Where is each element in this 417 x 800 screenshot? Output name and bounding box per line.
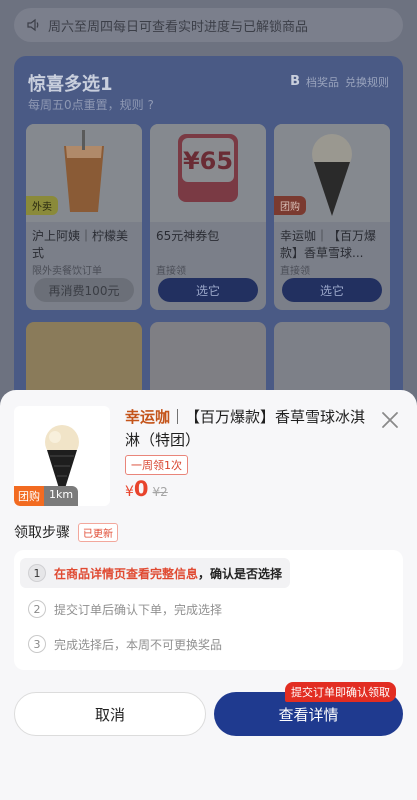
step-text: 完成选择后，本周不可更换奖品 <box>54 637 223 652</box>
card-button[interactable]: 选它 <box>158 278 258 302</box>
step-number: 1 <box>28 564 46 582</box>
card-tag: 团购 <box>274 196 306 215</box>
close-icon[interactable] <box>378 408 402 432</box>
step-highlight: 在商品详情页查看完整信息 <box>54 566 199 581</box>
step-text: 提交订单后确认下单，完成选择 <box>54 602 223 617</box>
panel-title: 惊喜多选1 <box>28 74 113 95</box>
step-text: ，确认是否选择 <box>198 566 283 581</box>
price-value: 0 <box>133 477 149 501</box>
cancel-button[interactable]: 取消 <box>14 692 206 736</box>
price: ¥0 ¥2 <box>125 477 168 501</box>
panel-subtitle[interactable]: 每周五0点重置，规则 ? <box>28 96 154 113</box>
card-hint: 直接领 <box>280 266 310 277</box>
svg-text:¥65: ¥65 <box>183 147 233 175</box>
thumb-badge: 团购 1km <box>14 486 79 506</box>
step-item: 3 完成选择后，本周不可更换奖品 <box>28 635 222 653</box>
step-item: 1 在商品详情页查看完整信息 ，确认是否选择 <box>20 558 291 588</box>
prize-card[interactable]: ¥65 65元神券包 直接领 选它 <box>150 124 266 310</box>
product-title: 幸运咖｜【百万爆款】香草雪球冰淇淋（特团） <box>125 406 375 452</box>
deal-type-badge: 团购 <box>14 486 44 506</box>
card-button[interactable]: 选它 <box>282 278 382 302</box>
detail-sheet: 团购 1km 幸运咖｜【百万爆款】香草雪球冰淇淋（特团） 一周领1次 ¥0 ¥2 … <box>0 390 417 800</box>
tier-label: 档奖品 <box>306 76 339 89</box>
card-name: 幸运咖｜【百万爆款】香草雪球... <box>280 229 377 260</box>
tier-letter: B <box>290 74 300 89</box>
confirm-ribbon: 提交订单即确认领取 <box>285 682 396 702</box>
steps-box: 1 在商品详情页查看完整信息 ，确认是否选择 2 提交订单后确认下单，完成选择 3… <box>14 550 403 670</box>
speaker-icon <box>27 18 39 32</box>
step-item: 2 提交订单后确认下单，完成选择 <box>28 600 222 618</box>
limit-badge: 一周领1次 <box>125 455 188 475</box>
steps-title: 领取步骤 <box>14 525 70 541</box>
notice-text: 周六至周四每日可查看实时进度与已解锁商品 <box>48 19 309 35</box>
prize-card[interactable]: 团购 幸运咖｜【百万爆款】香草雪球... 直接领 选它 <box>274 124 390 310</box>
price-symbol: ¥ <box>125 484 134 500</box>
prize-panel: 惊喜多选1 每周五0点重置，规则 ? B 档奖品 兑换规则 外卖 沪上阿姨｜柠檬… <box>14 56 403 416</box>
panel-tier: B 档奖品 兑换规则 <box>290 74 389 90</box>
steps-header: 领取步骤 已更新 <box>14 522 118 542</box>
coupon-image: ¥65 <box>150 124 266 222</box>
prize-card[interactable]: 外卖 沪上阿姨｜柠檬美式 限外卖餐饮订单 再消费100元 <box>26 124 142 310</box>
card-button[interactable]: 再消费100元 <box>34 278 134 302</box>
step-number: 3 <box>28 635 46 653</box>
card-name: 65元神券包 <box>156 229 220 243</box>
notice-bar: 周六至周四每日可查看实时进度与已解锁商品 <box>14 8 403 42</box>
rules-link[interactable]: 兑换规则 <box>345 74 389 90</box>
card-tag: 外卖 <box>26 196 58 215</box>
distance-badge: 1km <box>44 486 79 506</box>
card-hint: 限外卖餐饮订单 <box>32 266 102 277</box>
card-name: 沪上阿姨｜柠檬美式 <box>32 229 129 260</box>
updated-badge: 已更新 <box>78 522 118 542</box>
card-hint: 直接领 <box>156 266 186 277</box>
product-brand: 幸运咖 <box>125 408 171 426</box>
product-thumbnail: 团购 1km <box>14 406 110 506</box>
original-price: ¥2 <box>152 485 168 499</box>
step-number: 2 <box>28 600 46 618</box>
